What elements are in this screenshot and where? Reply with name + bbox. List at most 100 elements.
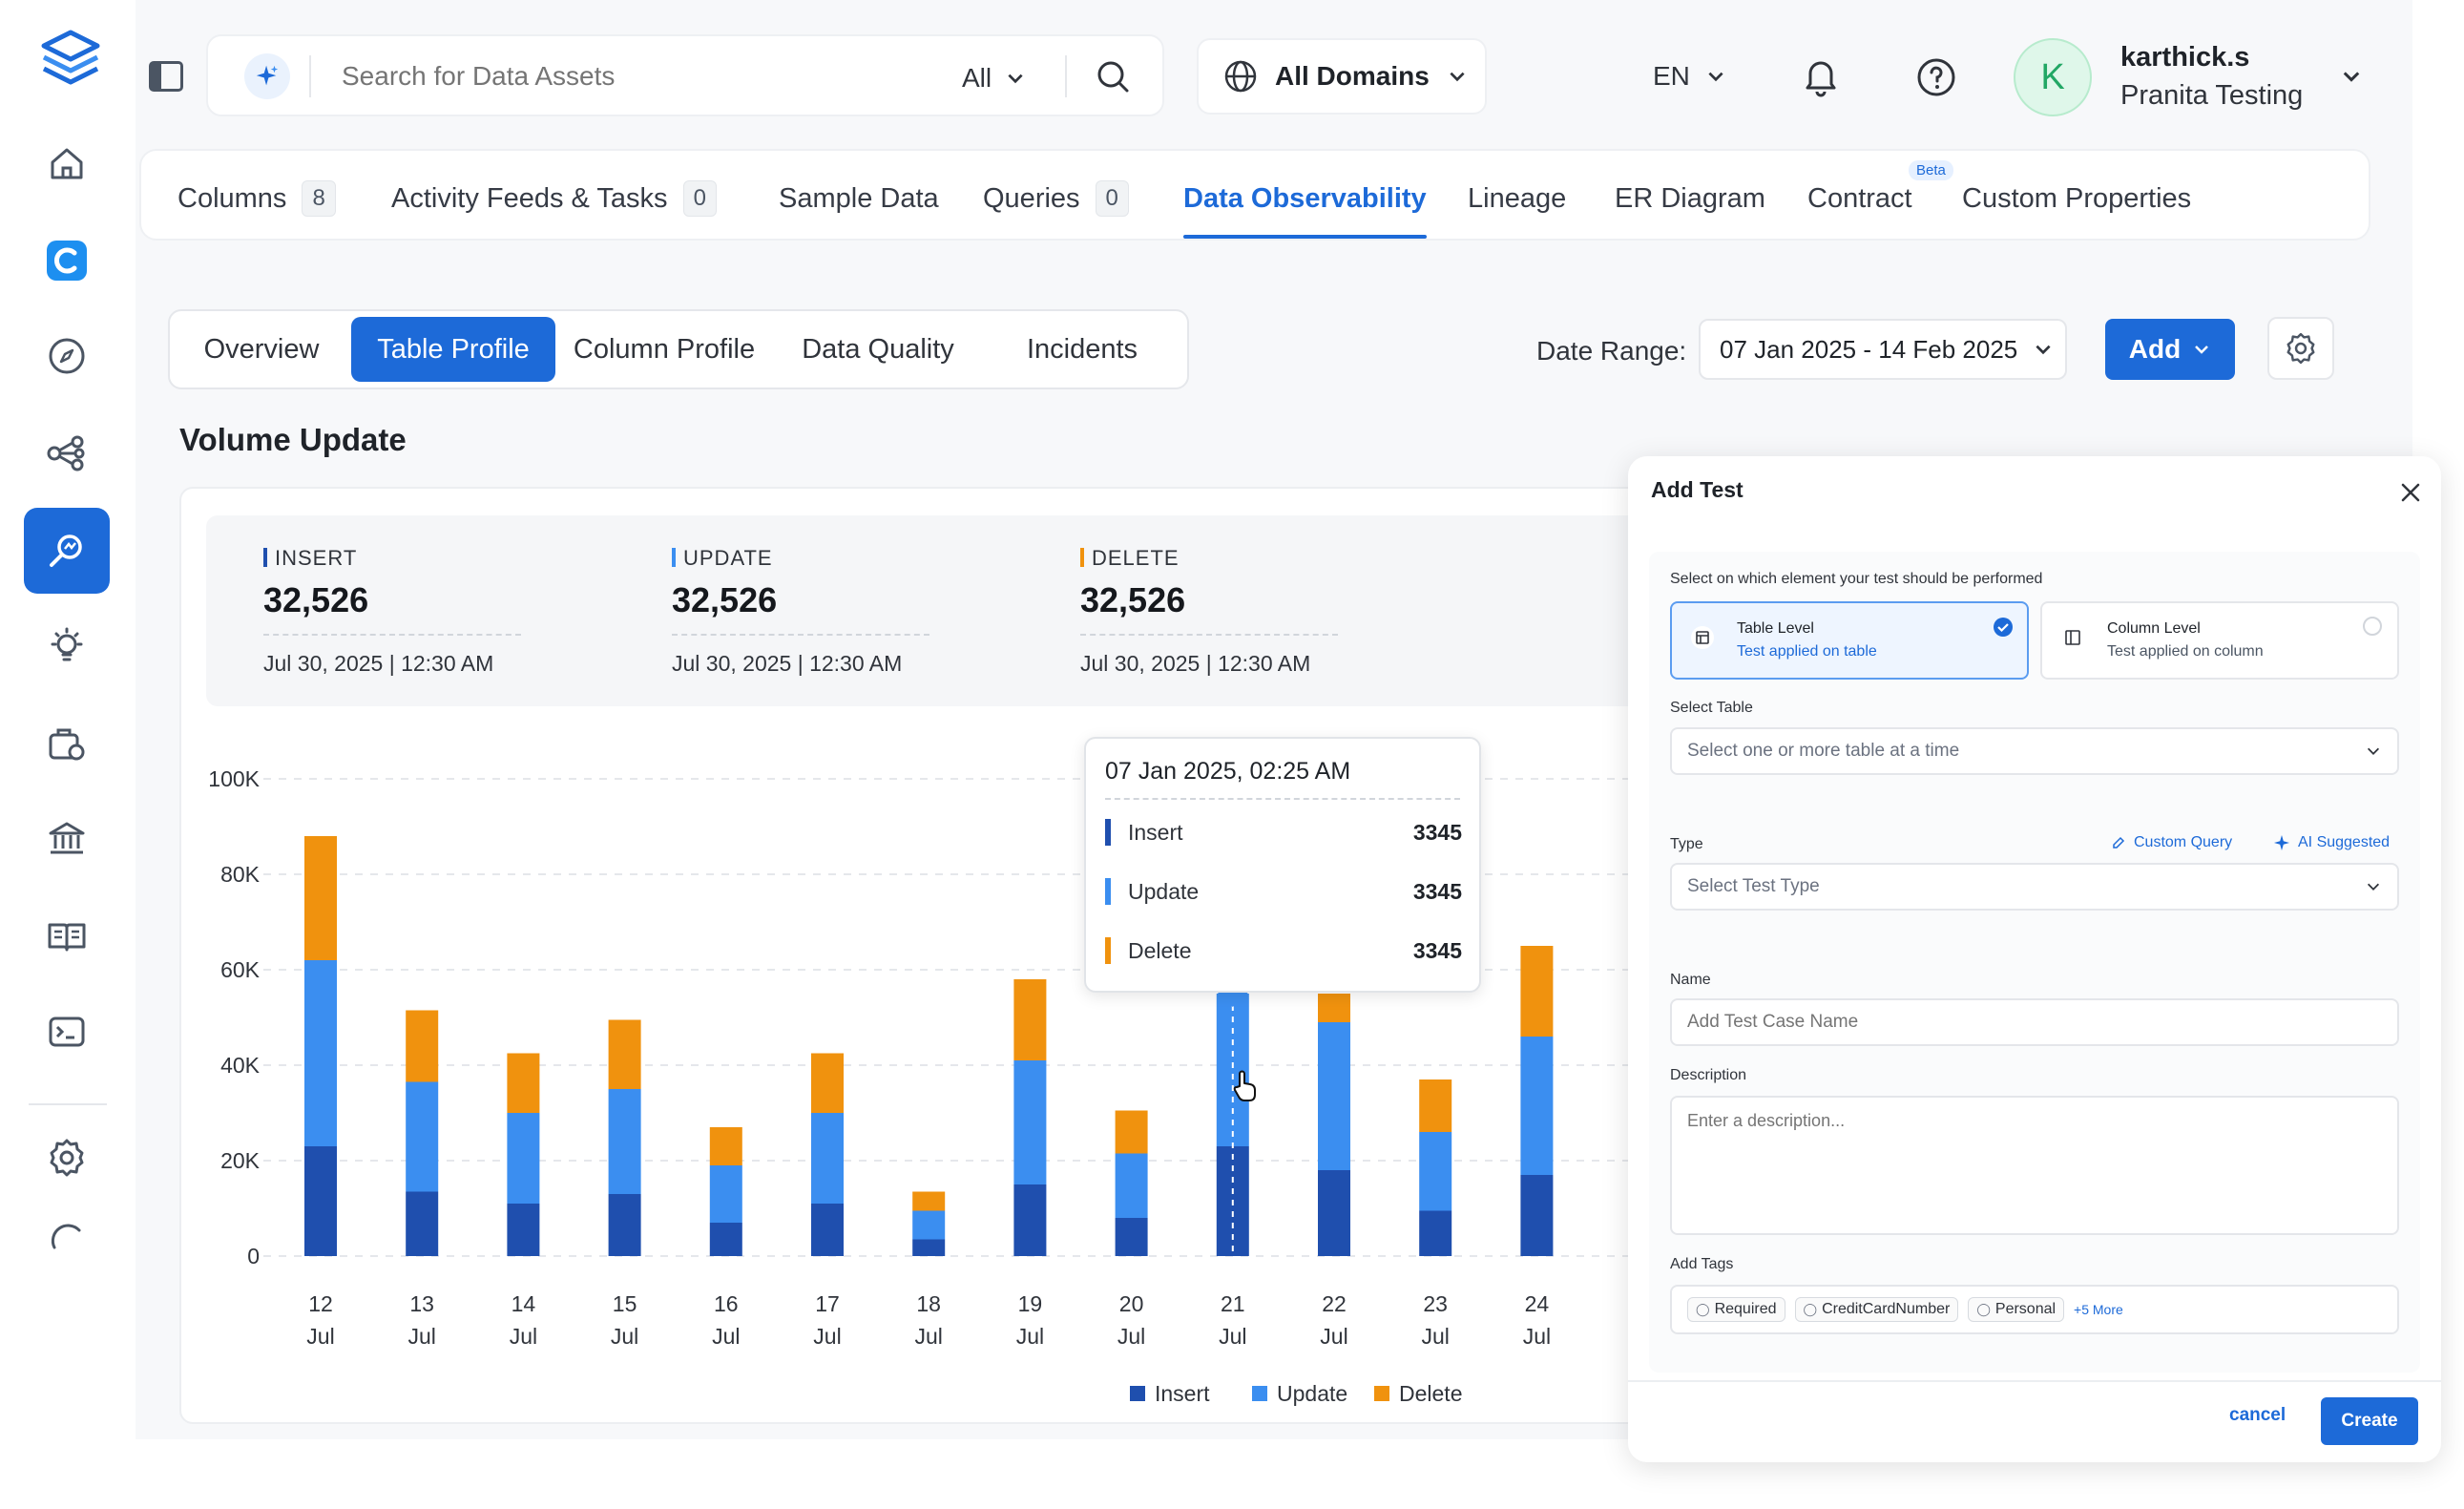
x-tick-label: 12 xyxy=(308,1291,333,1316)
bar-update xyxy=(1520,1037,1554,1175)
test-type-dropdown[interactable]: Select Test Type xyxy=(1670,863,2399,911)
terminal-icon[interactable] xyxy=(24,989,110,1075)
tag-chip[interactable]: ◯ Required xyxy=(1687,1297,1785,1322)
bar-insert xyxy=(1520,1175,1554,1256)
tab-sample-data[interactable]: Sample Data xyxy=(779,151,939,246)
x-tick-label: 23 xyxy=(1423,1291,1448,1316)
bar-insert xyxy=(608,1194,641,1256)
bar-update xyxy=(1115,1153,1148,1218)
tooltip-row-label: Delete xyxy=(1128,937,1192,963)
column-level-option[interactable]: Column Level Test applied on column xyxy=(2040,601,2399,680)
tag-chip[interactable]: ◯ Personal xyxy=(1968,1297,2065,1322)
date-range-label: Date Range: xyxy=(1536,336,1687,366)
tab-lineage[interactable]: Lineage xyxy=(1468,151,1566,246)
tab-count: 0 xyxy=(682,180,717,217)
bar-insert xyxy=(406,1191,439,1256)
chevron-down-icon xyxy=(2036,345,2051,355)
tab-er-diagram[interactable]: ER Diagram xyxy=(1615,151,1765,246)
profile-settings-gear-icon[interactable] xyxy=(2267,317,2334,380)
date-range-picker[interactable]: 07 Jan 2025 - 14 Feb 2025 xyxy=(1699,319,2067,380)
close-icon[interactable] xyxy=(2399,481,2422,504)
knowledge-book-icon[interactable] xyxy=(24,893,110,979)
tab-data-observability[interactable]: Data Observability xyxy=(1183,151,1427,246)
create-button[interactable]: Create xyxy=(2321,1397,2418,1445)
help-icon[interactable] xyxy=(1916,57,1956,97)
select-table-label: Select Table xyxy=(1670,700,1753,716)
section-title: Volume Update xyxy=(179,422,407,457)
subtab-data-quality[interactable]: Data Quality xyxy=(773,317,983,382)
lineage-icon[interactable] xyxy=(24,410,110,496)
table-level-desc: Test applied on table xyxy=(1737,643,1877,660)
chevron-down-icon xyxy=(2195,346,2209,354)
y-tick-label: 100K xyxy=(208,766,260,791)
description-textarea[interactable] xyxy=(1670,1096,2399,1235)
chevron-down-icon xyxy=(1450,72,1465,82)
tab-custom-properties[interactable]: Custom Properties xyxy=(1962,151,2191,246)
explore-compass-icon[interactable] xyxy=(24,313,110,399)
notification-bell-icon[interactable] xyxy=(1802,55,1840,97)
hand-cursor-icon xyxy=(1231,1069,1260,1103)
insights-bulb-icon[interactable] xyxy=(24,603,110,689)
governance-icon[interactable] xyxy=(24,796,110,882)
select-table-dropdown[interactable]: Select one or more table at a time xyxy=(1670,727,2399,775)
observability-subtabs: Overview Table Profile Column Profile Da… xyxy=(168,309,1189,389)
ai-sparkle-icon[interactable] xyxy=(244,53,290,99)
add-dropdown-button[interactable]: Add xyxy=(2105,319,2235,380)
bar-insert xyxy=(304,1146,337,1256)
domain-selector[interactable]: All Domains xyxy=(1197,38,1487,115)
type-label: Type xyxy=(1670,836,1703,852)
search-bar: All xyxy=(206,34,1164,116)
bar-delete xyxy=(1520,946,1554,1037)
chevron-down-icon xyxy=(2367,747,2380,755)
subtab-column-profile[interactable]: Column Profile xyxy=(559,317,769,382)
ai-suggested-link[interactable]: AI Suggested xyxy=(2273,834,2390,851)
sidebar-toggle-icon[interactable] xyxy=(149,61,183,92)
tags-input[interactable]: ◯ Required ◯ CreditCardNumber ◯ Personal +5… xyxy=(1670,1285,2399,1334)
language-selector[interactable]: EN xyxy=(1653,57,1726,95)
observability-icon[interactable] xyxy=(24,508,110,594)
tooltip-row-marker xyxy=(1105,878,1111,905)
add-test-drawer: Add Test Select on which element your te… xyxy=(1628,456,2441,1462)
legend-label-insert: Insert xyxy=(1155,1381,1210,1406)
tab-contract[interactable]: Contract Beta xyxy=(1807,151,1953,246)
custom-query-link[interactable]: Custom Query xyxy=(2111,834,2232,851)
subtab-overview[interactable]: Overview xyxy=(176,317,347,382)
description-label: Description xyxy=(1670,1067,1747,1083)
sidebar xyxy=(0,0,136,1439)
bar-delete xyxy=(304,836,337,960)
legend-label-delete: Delete xyxy=(1399,1381,1462,1406)
data-products-icon[interactable] xyxy=(24,701,110,786)
user-avatar[interactable]: K xyxy=(2014,38,2092,116)
tab-queries[interactable]: Queries 0 xyxy=(983,151,1129,246)
tab-count: 8 xyxy=(302,180,336,217)
more-tags-link[interactable]: +5 More xyxy=(2074,1302,2123,1317)
logout-icon[interactable] xyxy=(24,1212,110,1250)
tooltip-row: Update 3345 xyxy=(1105,874,1462,909)
search-divider xyxy=(309,55,311,97)
tab-activity-feeds[interactable]: Activity Feeds & Tasks 0 xyxy=(391,151,717,246)
y-tick-label: 60K xyxy=(220,957,261,982)
collate-icon[interactable] xyxy=(24,218,110,304)
cancel-button[interactable]: cancel xyxy=(2229,1405,2286,1426)
tab-columns[interactable]: Columns 8 xyxy=(177,151,336,246)
home-icon[interactable] xyxy=(24,120,110,206)
search-input[interactable] xyxy=(342,53,914,99)
ai-sparkle-icon xyxy=(2274,835,2289,850)
bar-delete xyxy=(1013,979,1047,1060)
bar-delete xyxy=(1318,994,1350,1022)
user-menu-chevron-icon[interactable] xyxy=(2340,65,2363,88)
stat-timestamp: Jul 30, 2025 | 12:30 AM xyxy=(1080,651,1311,676)
test-name-input[interactable] xyxy=(1670,998,2399,1046)
subtab-incidents[interactable]: Incidents xyxy=(987,317,1178,382)
settings-gear-icon[interactable] xyxy=(24,1115,110,1201)
x-tick-label: 22 xyxy=(1322,1291,1347,1316)
tag-chip[interactable]: ◯ CreditCardNumber xyxy=(1794,1297,1959,1322)
table-level-option[interactable]: Table Level Test applied on table xyxy=(1670,601,2029,680)
bar-delete xyxy=(608,1019,641,1089)
app-logo[interactable] xyxy=(36,27,105,95)
search-scope-dropdown[interactable]: All xyxy=(962,59,1026,97)
subtab-table-profile[interactable]: Table Profile xyxy=(351,317,555,382)
stat-value: 32,526 xyxy=(672,580,778,619)
search-icon[interactable] xyxy=(1094,57,1132,95)
search-scope-label: All xyxy=(962,63,992,93)
